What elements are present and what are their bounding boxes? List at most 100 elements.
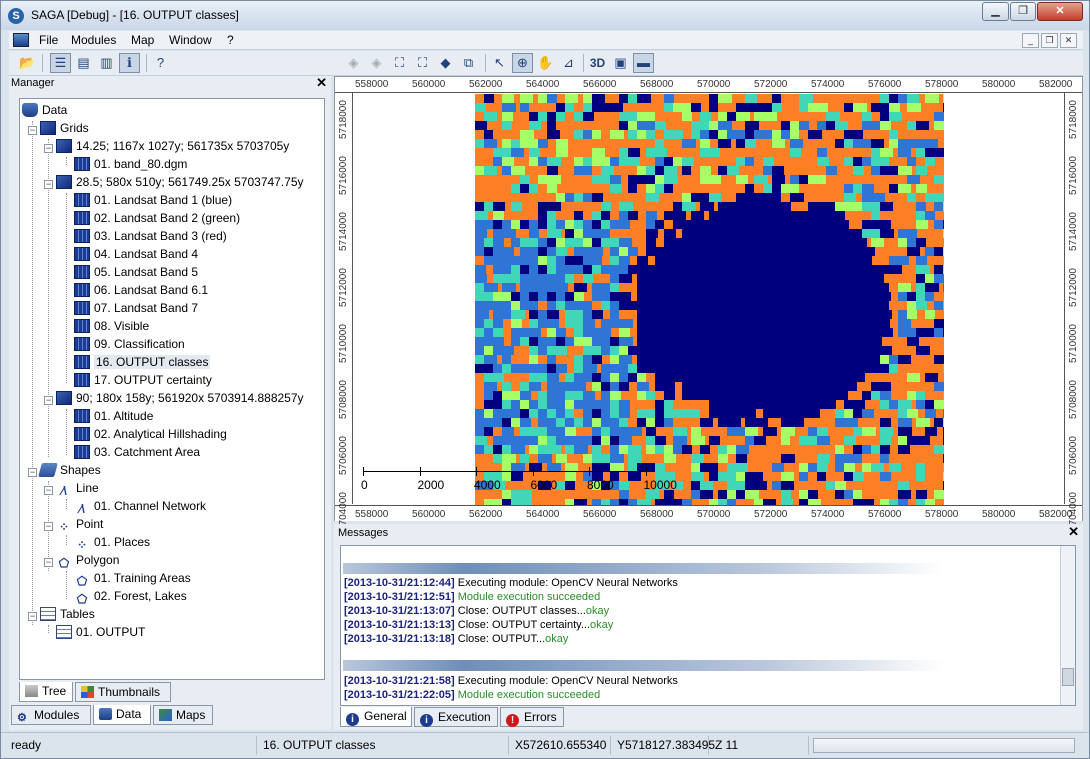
ruler-x-tick: 560000 [412,79,446,90]
zoom-back-icon[interactable]: ◈ [343,53,364,73]
tree-shape-item[interactable]: ⬠ 01. Training Areas [74,569,191,588]
collapse-point-icon[interactable]: − [44,522,53,531]
open-folder-icon[interactable]: 📂 [17,53,38,73]
info-icon[interactable]: ℹ [119,53,140,73]
tree-grid-item-selected[interactable]: 16. OUTPUT classes [74,353,211,371]
ruler-x-tick: 558000 [355,509,389,520]
measure-distance-icon[interactable]: ⊿ [558,53,579,73]
tree-shape-item[interactable]: ⬠ 02. Forest, Lakes [74,587,187,606]
zoom-forward-icon[interactable]: ◈ [366,53,387,73]
3d-view-icon[interactable]: 3D [587,53,608,73]
tab-modules[interactable]: ⚙ Modules [11,705,91,725]
menu-modules[interactable]: Modules [71,33,116,47]
mdi-restore-button[interactable]: ❐ [1041,33,1058,48]
collapse-grids-icon[interactable]: − [28,126,37,135]
tree-grid-item[interactable]: 02. Analytical Hillshading [74,425,227,443]
mdi-minimize-button[interactable]: _ [1022,33,1039,48]
log-line: [2013-10-31/21:12:51] Module execution s… [344,591,601,603]
menu-window[interactable]: Window [169,33,212,47]
minimize-button[interactable]: ▁ [982,2,1009,21]
log-line: [2013-10-31/21:13:13] Close: OUTPUT cert… [344,619,614,631]
tree-shapes[interactable]: Shapes [38,461,101,479]
manager-title: Manager [11,77,55,89]
zoom-tool-icon[interactable]: ⊕ [512,53,533,73]
tree-line[interactable]: ⁄\ Line [56,479,98,498]
tree-grid-item[interactable]: 04. Landsat Band 4 [74,245,198,263]
messages-close-icon[interactable]: ✕ [1068,524,1079,540]
tree-polygon[interactable]: ⬠ Polygon [56,551,120,570]
menu-help[interactable]: ? [227,33,234,47]
collapse-polygon-icon[interactable]: − [44,558,53,567]
properties-toggle-icon[interactable]: ▤ [73,53,94,73]
collapse-system3-icon[interactable]: − [44,396,53,405]
tab-execution[interactable]: i Execution [414,707,498,727]
pan-hand-icon[interactable]: ✋ [535,53,556,73]
tree-grid-system-3[interactable]: 90; 180x 158y; 561920x 5703914.888257y [56,389,304,407]
tree-grid-item[interactable]: 05. Landsat Band 5 [74,263,198,281]
tree-grid-item[interactable]: 07. Landsat Band 7 [74,299,198,317]
tree-grid-system-2[interactable]: 28.5; 580x 510y; 561749.25x 5703747.75y [56,173,304,191]
tab-errors[interactable]: ! Errors [500,707,564,727]
scrollbar-thumb[interactable] [1062,668,1074,686]
layout-icon[interactable]: ▣ [610,53,631,73]
tree-grids[interactable]: Grids [40,119,89,137]
ruler-x-tick: 578000 [925,79,959,90]
tree-tables[interactable]: Tables [40,605,95,623]
tree-grid-item[interactable]: 02. Landsat Band 2 (green) [74,209,240,227]
synchronize-icon[interactable]: ⧉ [458,53,479,73]
tree-grid-item[interactable]: 01. Landsat Band 1 (blue) [74,191,232,209]
maximize-button[interactable]: ❐ [1010,2,1036,21]
tree-shape-item[interactable]: ⁘ 01. Places [74,533,150,552]
help-icon[interactable]: ? [150,53,171,73]
messages-toggle-icon[interactable]: ▥ [96,53,117,73]
tab-thumbnails[interactable]: Thumbnails [75,682,171,702]
collapse-shapes-icon[interactable]: − [28,468,37,477]
tree-grid-system-1[interactable]: 14.25; 1167x 1027y; 561735x 5703705y [56,137,289,155]
document-icon [13,33,29,47]
ruler-x-tick: 582000 [1039,79,1073,90]
manager-toggle-icon[interactable]: ☰ [50,53,71,73]
line-icon: ⁄\ [61,484,67,498]
zoom-active-icon[interactable]: ◆ [435,53,456,73]
zoom-layer-icon[interactable]: ⛶ [412,53,433,73]
menu-map[interactable]: Map [131,33,154,47]
tree-grid-item[interactable]: 03. Catchment Area [74,443,200,461]
collapse-system2-icon[interactable]: − [44,180,53,189]
close-button[interactable]: ✕ [1037,2,1083,21]
tree-table-item[interactable]: 01. OUTPUT [56,623,145,641]
data-icon [99,708,112,720]
tree-shape-item[interactable]: ⁄\ 01. Channel Network [74,497,206,516]
ruler-x-tick: 564000 [526,79,560,90]
select-cursor-icon[interactable]: ↖ [489,53,510,73]
grid-icon [74,157,90,171]
collapse-tables-icon[interactable]: − [28,612,37,621]
map-view[interactable]: 558000 560000 562000 564000 566000 568000 5700… [334,76,1083,531]
menu-file[interactable]: File [39,33,58,47]
zoom-full-icon[interactable]: ⛶ [389,53,410,73]
tree-point[interactable]: ⁘ Point [56,515,103,534]
tree-grid-item[interactable]: 01. band_80.dgm [74,155,187,173]
grid-icon [74,283,90,297]
ruler-x-tick: 566000 [583,509,617,520]
tree-grid-item[interactable]: 03. Landsat Band 3 (red) [74,227,227,245]
log-line: [2013-10-31/21:12:44] Executing module: … [344,577,678,589]
message-scrollbar[interactable] [1060,546,1075,705]
tree-grid-item[interactable]: 08. Visible [74,317,149,335]
tables-icon [40,607,56,621]
collapse-system1-icon[interactable]: − [44,144,53,153]
collapse-line-icon[interactable]: − [44,486,53,495]
scale-bar-icon[interactable]: ▬ [633,53,654,73]
manager-close-icon[interactable]: ✕ [316,75,327,91]
ruler-y-tick: 5708000 [1068,380,1079,419]
tree-grid-item[interactable]: 09. Classification [74,335,185,353]
tab-general[interactable]: i General [340,707,412,727]
tab-tree[interactable]: Tree [19,682,73,702]
tree-grid-item[interactable]: 17. OUTPUT certainty [74,371,212,389]
tree-grid-item[interactable]: 01. Altitude [74,407,153,425]
tab-data[interactable]: Data [93,705,151,725]
tree-data-root[interactable]: Data [22,101,67,119]
tab-maps[interactable]: Maps [153,705,213,725]
tree-grid-item[interactable]: 06. Landsat Band 6.1 [74,281,208,299]
ruler-y-tick: 5718000 [1068,100,1079,139]
mdi-close-button[interactable]: ✕ [1060,33,1077,48]
